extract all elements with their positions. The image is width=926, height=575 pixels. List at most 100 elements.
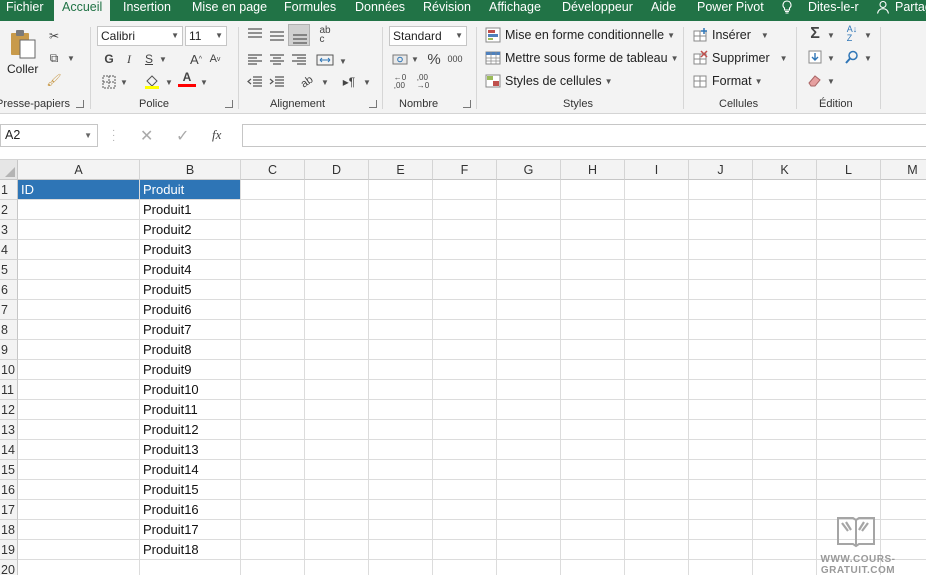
row-header-4[interactable]: 4 bbox=[0, 240, 18, 260]
row-header-1[interactable]: 1 bbox=[0, 180, 18, 200]
column-header-j[interactable]: J bbox=[689, 160, 753, 180]
orientation-icon[interactable]: ab bbox=[294, 69, 319, 94]
cell-b17[interactable]: Produit16 bbox=[140, 500, 240, 519]
cell-b1[interactable]: Produit bbox=[140, 180, 240, 199]
number-format-select[interactable]: Standard ▼ bbox=[389, 26, 467, 46]
column-header-l[interactable]: L bbox=[817, 160, 881, 180]
autosum-dropdown-icon[interactable]: ▼ bbox=[827, 31, 835, 40]
font-color-dropdown-icon[interactable]: ▼ bbox=[200, 78, 208, 87]
increase-font-icon[interactable]: A ^ bbox=[187, 50, 205, 68]
underline-dropdown-icon[interactable]: ▼ bbox=[159, 55, 167, 64]
tab-formules[interactable]: Formules bbox=[284, 0, 336, 21]
share-user-icon[interactable] bbox=[876, 0, 890, 21]
currency-dropdown-icon[interactable]: ▼ bbox=[411, 55, 419, 64]
orientation-dropdown-icon[interactable]: ▼ bbox=[321, 78, 329, 87]
column-header-c[interactable]: C bbox=[241, 160, 305, 180]
cell-b18[interactable]: Produit17 bbox=[140, 520, 240, 539]
borders-dropdown-icon[interactable]: ▼ bbox=[120, 78, 128, 87]
column-header-m[interactable]: M bbox=[881, 160, 926, 180]
row-header-6[interactable]: 6 bbox=[0, 280, 18, 300]
row-header-16[interactable]: 16 bbox=[0, 480, 18, 500]
row-header-3[interactable]: 3 bbox=[0, 220, 18, 240]
column-header-f[interactable]: F bbox=[433, 160, 497, 180]
row-header-15[interactable]: 15 bbox=[0, 460, 18, 480]
tab-insertion[interactable]: Insertion bbox=[123, 0, 171, 21]
format-as-table-button[interactable]: Mettre sous forme de tableau ▼ bbox=[485, 48, 679, 68]
tab-power-pivot[interactable]: Power Pivot bbox=[697, 0, 764, 21]
name-box[interactable]: A2 ▼ bbox=[0, 124, 98, 147]
fill-dropdown-icon[interactable]: ▼ bbox=[165, 78, 173, 87]
cell-b8[interactable]: Produit7 bbox=[140, 320, 240, 339]
number-launcher-icon[interactable] bbox=[463, 100, 471, 108]
formula-input[interactable] bbox=[242, 124, 926, 147]
tab-mise-en-page[interactable]: Mise en page bbox=[192, 0, 267, 21]
column-header-b[interactable]: B bbox=[140, 160, 241, 180]
cell-b5[interactable]: Produit4 bbox=[140, 260, 240, 279]
merge-dropdown-icon[interactable]: ▼ bbox=[339, 57, 347, 66]
fill-color-icon[interactable] bbox=[143, 72, 161, 90]
insert-button[interactable]: Insérer ▼ bbox=[693, 25, 769, 45]
align-left-icon[interactable] bbox=[246, 53, 264, 67]
cell-b6[interactable]: Produit5 bbox=[140, 280, 240, 299]
copy-icon[interactable]: ⧉ bbox=[45, 49, 63, 67]
row-header-14[interactable]: 14 bbox=[0, 440, 18, 460]
cell-b7[interactable]: Produit6 bbox=[140, 300, 240, 319]
find-select-icon[interactable] bbox=[843, 48, 861, 66]
find-dropdown-icon[interactable]: ▼ bbox=[864, 54, 872, 63]
cell-styles-button[interactable]: Styles de cellules ▼ bbox=[485, 71, 613, 91]
text-direction-dropdown-icon[interactable]: ▼ bbox=[363, 78, 371, 87]
lightbulb-icon[interactable] bbox=[781, 0, 793, 21]
cancel-icon[interactable]: ✕ bbox=[140, 126, 153, 146]
alignment-launcher-icon[interactable] bbox=[369, 100, 377, 108]
tell-me-search[interactable]: Dites-le-r bbox=[808, 0, 859, 21]
column-header-e[interactable]: E bbox=[369, 160, 433, 180]
tab-affichage[interactable]: Affichage bbox=[489, 0, 541, 21]
italic-icon[interactable]: I bbox=[120, 50, 138, 68]
font-launcher-icon[interactable] bbox=[225, 100, 233, 108]
column-header-d[interactable]: D bbox=[305, 160, 369, 180]
tab-donnees[interactable]: Données bbox=[355, 0, 405, 21]
sort-dropdown-icon[interactable]: ▼ bbox=[864, 31, 872, 40]
copy-dropdown-icon[interactable]: ▼ bbox=[67, 54, 75, 63]
align-center-icon[interactable] bbox=[268, 53, 286, 67]
font-color-icon[interactable]: A bbox=[178, 71, 196, 87]
row-header-13[interactable]: 13 bbox=[0, 420, 18, 440]
align-middle-icon[interactable] bbox=[268, 29, 286, 43]
column-header-h[interactable]: H bbox=[561, 160, 625, 180]
row-header-10[interactable]: 10 bbox=[0, 360, 18, 380]
clear-dropdown-icon[interactable]: ▼ bbox=[827, 77, 835, 86]
delete-button[interactable]: Supprimer ▼ bbox=[693, 48, 788, 68]
cell-b4[interactable]: Produit3 bbox=[140, 240, 240, 259]
row-header-11[interactable]: 11 bbox=[0, 380, 18, 400]
cell-b14[interactable]: Produit13 bbox=[140, 440, 240, 459]
increase-indent-icon[interactable] bbox=[268, 75, 286, 89]
font-size-select[interactable]: 11 ▼ bbox=[185, 26, 227, 46]
decrease-decimal-icon[interactable]: ,00 →0 bbox=[414, 73, 432, 91]
conditional-formatting-button[interactable]: Mise en forme conditionnelle ▼ bbox=[485, 25, 675, 45]
worksheet-grid[interactable]: ABCDEFGHIJKLM 1 2 3 4 5 6 7 8 9 10 11 12 13 14 15 16 17 1… bbox=[0, 160, 926, 575]
column-header-i[interactable]: I bbox=[625, 160, 689, 180]
cell-b13[interactable]: Produit12 bbox=[140, 420, 240, 439]
column-header-a[interactable]: A bbox=[18, 160, 140, 180]
decrease-indent-icon[interactable] bbox=[246, 75, 264, 89]
autosum-icon[interactable]: Σ bbox=[806, 25, 824, 43]
tab-fichier[interactable]: Fichier bbox=[6, 0, 44, 21]
share-button[interactable]: Partag bbox=[895, 0, 926, 21]
cell-b11[interactable]: Produit10 bbox=[140, 380, 240, 399]
column-header-g[interactable]: G bbox=[497, 160, 561, 180]
row-header-17[interactable]: 17 bbox=[0, 500, 18, 520]
tab-accueil[interactable]: Accueil bbox=[54, 0, 111, 21]
cell-b3[interactable]: Produit2 bbox=[140, 220, 240, 239]
paste-button[interactable]: Coller bbox=[6, 27, 40, 81]
format-painter-icon[interactable]: 🖌 bbox=[45, 71, 63, 89]
row-header-9[interactable]: 9 bbox=[0, 340, 18, 360]
cell-b15[interactable]: Produit14 bbox=[140, 460, 240, 479]
clear-icon[interactable] bbox=[806, 71, 824, 89]
tab-developpeur[interactable]: Développeur bbox=[562, 0, 633, 21]
fill-icon[interactable] bbox=[806, 48, 824, 66]
fill-dropdown-icon[interactable]: ▼ bbox=[827, 54, 835, 63]
wrap-text-icon[interactable]: ab c bbox=[316, 26, 334, 45]
cell-a1[interactable]: ID bbox=[18, 180, 139, 199]
row-header-18[interactable]: 18 bbox=[0, 520, 18, 540]
align-right-icon[interactable] bbox=[290, 53, 308, 67]
